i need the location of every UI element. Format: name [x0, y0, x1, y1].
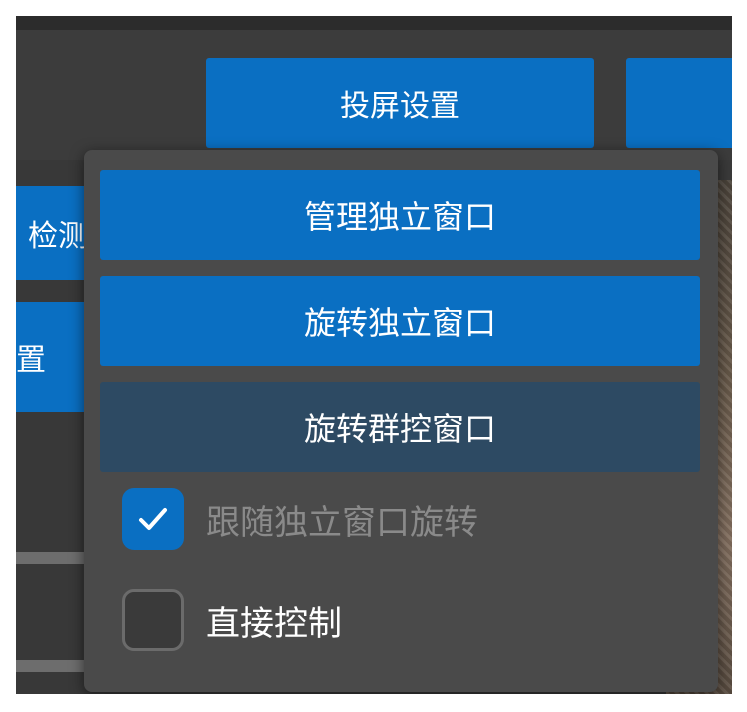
detect-button[interactable]: 检测 — [16, 186, 88, 280]
toolbar-next-button[interactable] — [626, 58, 732, 148]
detect-button-label: 检测 — [28, 219, 88, 254]
rotate-group-label: 旋转群控窗口 — [303, 410, 496, 448]
app-window: 投屏设置 检测 置 管理独立窗口 旋转独立窗口 旋转群控窗口 跟随独立窗口旋转 … — [16, 16, 732, 694]
settings-button-label: 置 — [16, 343, 46, 378]
direct-control-checkbox[interactable] — [122, 589, 184, 651]
follow-rotate-label: 跟随独立窗口旋转 — [206, 502, 478, 543]
follow-rotate-checkbox[interactable] — [122, 488, 184, 550]
direct-control-option[interactable]: 直接控制 — [122, 585, 342, 655]
cast-settings-label: 投屏设置 — [340, 89, 460, 124]
rotate-window-label: 旋转独立窗口 — [303, 304, 496, 342]
check-icon — [139, 508, 167, 530]
settings-button[interactable]: 置 — [16, 302, 88, 412]
manage-window-label: 管理独立窗口 — [303, 198, 496, 236]
cast-settings-button[interactable]: 投屏设置 — [206, 58, 594, 148]
toolbar: 投屏设置 — [16, 30, 732, 160]
rotate-group-button[interactable]: 旋转群控窗口 — [100, 382, 700, 472]
follow-rotate-option[interactable]: 跟随独立窗口旋转 — [122, 484, 478, 554]
direct-control-label: 直接控制 — [206, 603, 342, 644]
manage-window-button[interactable]: 管理独立窗口 — [100, 170, 700, 260]
title-bar-strip — [16, 16, 732, 30]
window-options-popup: 管理独立窗口 旋转独立窗口 旋转群控窗口 跟随独立窗口旋转 直接控制 — [84, 150, 718, 692]
rotate-window-button[interactable]: 旋转独立窗口 — [100, 276, 700, 366]
